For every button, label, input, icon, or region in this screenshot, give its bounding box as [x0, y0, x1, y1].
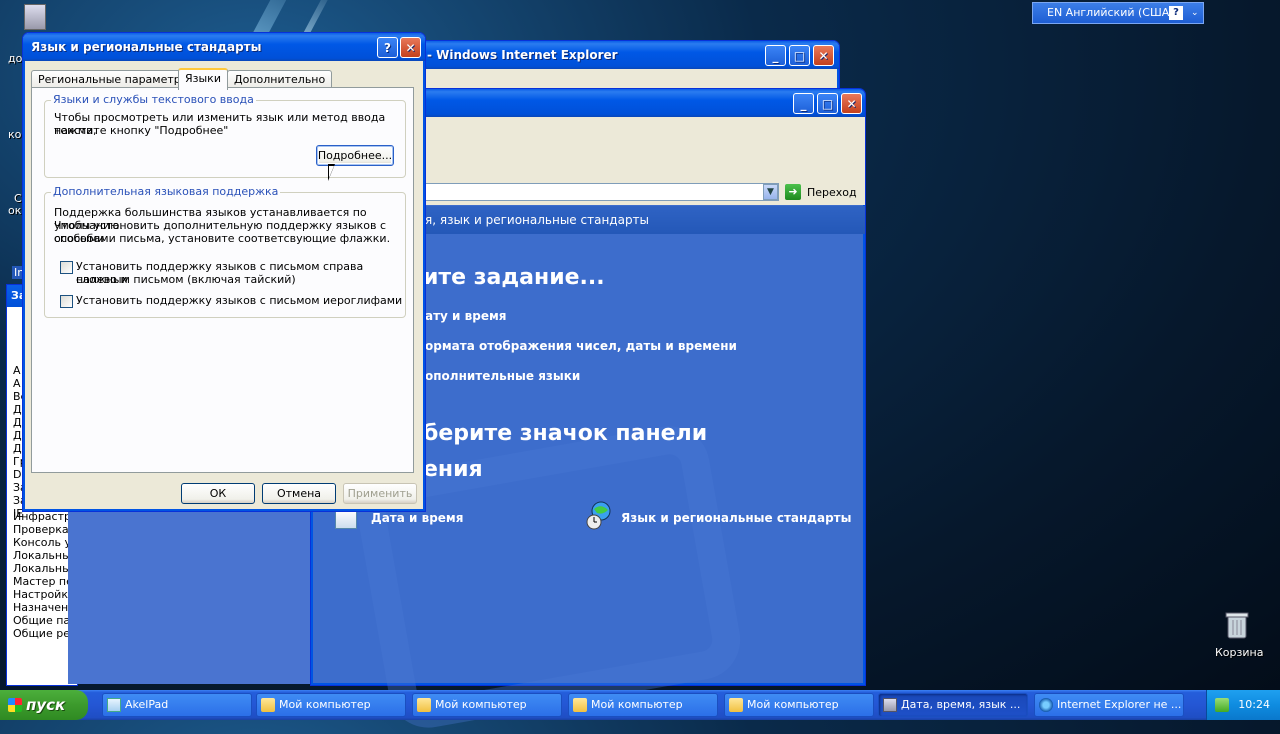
ie-window[interactable]: - Windows Internet Explorer _ □ ✕	[418, 40, 840, 92]
folder-icon	[261, 698, 275, 712]
desktop-icon-label: ок	[8, 204, 22, 217]
group-supplemental-language: Дополнительная языковая поддержка Поддер…	[44, 185, 406, 318]
network-icon[interactable]	[1215, 698, 1229, 712]
globe-clock-icon[interactable]	[585, 501, 613, 531]
language-bar[interactable]: EN Английский (США) ? ⌄	[1032, 2, 1204, 24]
close-button[interactable]: ✕	[400, 37, 421, 58]
list-item[interactable]: Д	[13, 403, 22, 416]
list-item[interactable]: А	[13, 364, 21, 377]
taskbar-item[interactable]: AkelPad	[102, 693, 252, 717]
list-item[interactable]: Настройка	[13, 588, 75, 601]
task-link[interactable]: ополнительные языки	[425, 369, 580, 383]
list-item[interactable]: Д	[13, 416, 22, 429]
calendar-icon[interactable]	[335, 509, 357, 529]
system-tray: 10:24	[1206, 690, 1280, 720]
list-item[interactable]: Общие ре	[13, 627, 70, 640]
folder-icon	[573, 698, 587, 712]
list-item[interactable]: Назначени	[13, 601, 75, 614]
recycle-bin-label: Корзина	[1215, 646, 1264, 659]
maximize-button[interactable]: □	[789, 45, 810, 66]
maximize-button[interactable]: □	[817, 93, 838, 114]
dialog-title: Язык и региональные стандарты	[31, 40, 262, 54]
group-description: способами письма, установите соответсвую…	[54, 232, 391, 245]
list-item[interactable]: Проверка	[13, 523, 69, 536]
task-link[interactable]: ормата отображения чисел, даты и времени	[425, 339, 737, 353]
apply-button[interactable]: Применить	[343, 483, 417, 504]
taskbar-item-label: Мой компьютер	[591, 698, 683, 711]
desktop-icon-label: ко	[8, 128, 22, 141]
help-icon[interactable]: ?	[1169, 6, 1183, 20]
desktop-icon-label: до	[8, 52, 23, 65]
taskbar-item[interactable]: Мой компьютер	[412, 693, 562, 717]
taskbar-item[interactable]: Дата, время, язык ...	[878, 693, 1028, 717]
taskbar-item-label: Мой компьютер	[435, 698, 527, 711]
regional-settings-dialog[interactable]: Язык и региональные стандарты ? ✕ Регион…	[22, 32, 426, 512]
window-title: - Windows Internet Explorer _ □ ✕	[419, 41, 839, 69]
folder-icon	[417, 698, 431, 712]
rtl-complex-script-checkbox[interactable]	[60, 261, 73, 274]
tab-regional-options[interactable]: Региональные параметры	[31, 70, 197, 88]
control-panel-icon	[883, 698, 897, 712]
regional-settings-link[interactable]: Язык и региональные стандарты	[621, 511, 852, 525]
taskbar-item-label: AkelPad	[125, 698, 169, 711]
east-asian-checkbox[interactable]	[60, 295, 73, 308]
background-window-panel	[68, 510, 312, 684]
ie-window-title: - Windows Internet Explorer	[427, 48, 618, 62]
mouse-cursor-icon	[328, 164, 342, 181]
list-item[interactable]: Локальны	[13, 562, 71, 575]
windows-logo-icon	[8, 698, 22, 712]
list-item[interactable]: Локальны	[13, 549, 71, 562]
folder-icon	[729, 698, 743, 712]
group-text-services: Языки и службы текстового ввода Чтобы пр…	[44, 93, 406, 178]
taskbar-item[interactable]: Мой компьютер	[256, 693, 406, 717]
ie-icon	[1039, 698, 1053, 712]
cancel-button[interactable]: Отмена	[262, 483, 336, 504]
minimize-button[interactable]: _	[793, 93, 814, 114]
list-item[interactable]: Мастер пе	[13, 575, 73, 588]
start-button[interactable]: пуск	[0, 690, 88, 720]
datetime-link[interactable]: Дата и время	[371, 511, 463, 525]
list-item[interactable]: Д	[13, 429, 22, 442]
taskbar-item[interactable]: Мой компьютер	[568, 693, 718, 717]
checkbox-label[interactable]: сложным письмом (включая тайский)	[76, 273, 296, 286]
close-button[interactable]: ✕	[813, 45, 834, 66]
details-button[interactable]: Подробнее...	[316, 145, 394, 166]
group-title: Дополнительная языковая поддержка	[51, 185, 281, 198]
minimize-button[interactable]: _	[765, 45, 786, 66]
start-label[interactable]: пуск	[26, 696, 65, 714]
language-label[interactable]: EN Английский (США)	[1047, 3, 1174, 23]
list-item[interactable]: Консоль у	[13, 536, 71, 549]
taskbar-item-label: Мой компьютер	[747, 698, 839, 711]
recycle-bin-icon[interactable]	[1224, 610, 1250, 640]
tab-languages[interactable]: Языки	[178, 68, 228, 90]
task-heading: ите задание...	[423, 265, 605, 290]
group-title: Языки и службы текстового ввода	[51, 93, 256, 106]
dialog-title-bar: Язык и региональные стандарты ? ✕	[23, 33, 425, 61]
desktop-icon[interactable]	[24, 4, 46, 30]
icon-heading: ения	[423, 457, 483, 482]
taskbar-item[interactable]: Internet Explorer не ...	[1034, 693, 1184, 717]
taskbar-item-label: Дата, время, язык ...	[901, 698, 1021, 711]
clock[interactable]: 10:24	[1238, 690, 1270, 720]
tab-panel-languages: Языки и службы текстового ввода Чтобы пр…	[31, 87, 414, 473]
list-item[interactable]: Общие па	[13, 614, 70, 627]
taskbar-item-label: Internet Explorer не ...	[1057, 698, 1182, 711]
help-button[interactable]: ?	[377, 37, 398, 58]
taskbar-item[interactable]: Мой компьютер	[724, 693, 874, 717]
task-link[interactable]: ату и время	[425, 309, 506, 323]
tab-advanced[interactable]: Дополнительно	[227, 70, 333, 88]
notepad-icon	[107, 698, 121, 712]
checkbox-label[interactable]: Установить поддержку языков с письмом ие…	[76, 294, 402, 307]
chevron-down-icon[interactable]: ▼	[763, 184, 778, 200]
close-button[interactable]: ✕	[841, 93, 862, 114]
group-description: нажмите кнопку "Подробнее"	[54, 124, 229, 137]
go-arrow-icon[interactable]: ➜	[785, 184, 801, 200]
go-button[interactable]: Переход	[807, 186, 857, 199]
chevron-down-icon[interactable]: ⌄	[1191, 3, 1199, 23]
ok-button[interactable]: ОК	[181, 483, 255, 504]
list-item[interactable]: Д	[13, 442, 22, 455]
list-item[interactable]: А	[13, 377, 21, 390]
icon-heading: берите значок панели	[423, 421, 708, 446]
taskbar-item-label: Мой компьютер	[279, 698, 371, 711]
